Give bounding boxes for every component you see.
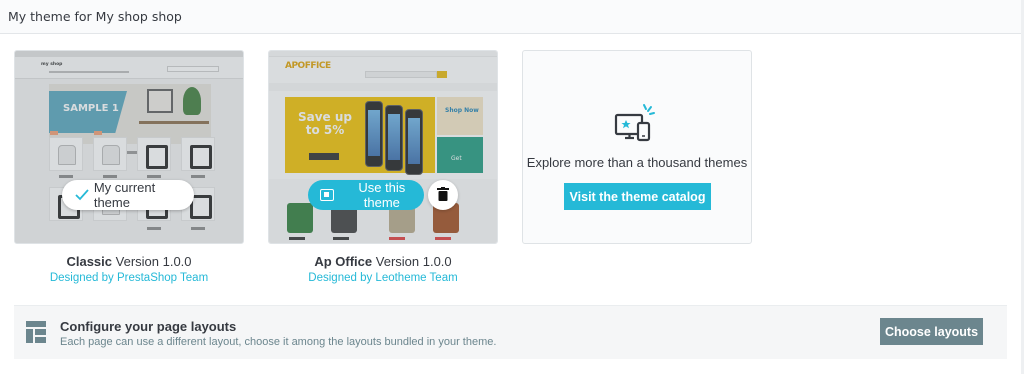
current-theme-label: My current theme (93, 180, 156, 210)
layouts-description: Each page can use a different layout, ch… (60, 336, 497, 348)
theme-card-classic: my shop SAMPLE 1 (14, 50, 244, 244)
trash-icon (437, 186, 449, 204)
theme-version: Version 1.0.0 (375, 254, 452, 269)
theme-name: Classic (66, 254, 113, 269)
delete-theme-button[interactable] (428, 180, 458, 210)
explore-themes-card: Explore more than a thousand themes Visi… (522, 50, 752, 244)
theme-version: Version 1.0.0 (115, 254, 192, 269)
page-layouts-panel: Configure your page layouts Each page ca… (14, 305, 1007, 359)
theme-card-ap-office: APOFFICE Save up to 5% Shop Now Get (268, 50, 498, 244)
use-theme-button[interactable]: Use this theme (308, 180, 424, 210)
use-theme-label: Use this theme (358, 180, 406, 210)
current-theme-badge: My current theme (62, 180, 194, 210)
check-icon (74, 187, 90, 203)
monitor-icon (320, 189, 334, 201)
layout-grid-icon (26, 321, 46, 347)
devices-icon (614, 103, 660, 149)
layouts-title: Configure your page layouts (60, 319, 237, 334)
theme-designer-link[interactable]: Designed by Leotheme Team (268, 272, 498, 284)
panel-header: My theme for My shop shop (0, 0, 1024, 34)
visit-theme-catalog-button[interactable]: Visit the theme catalog (564, 183, 711, 210)
explore-themes-text: Explore more than a thousand themes (526, 155, 748, 170)
theme-designer-link[interactable]: Designed by PrestaShop Team (14, 272, 244, 284)
theme-meta-classic: Classic Version 1.0.0 Designed by Presta… (14, 254, 244, 284)
theme-name: Ap Office (314, 254, 373, 269)
choose-layouts-button[interactable]: Choose layouts (880, 318, 983, 345)
page-title: My theme for My shop shop (8, 9, 182, 24)
theme-meta-ap-office: Ap Office Version 1.0.0 Designed by Leot… (268, 254, 498, 284)
